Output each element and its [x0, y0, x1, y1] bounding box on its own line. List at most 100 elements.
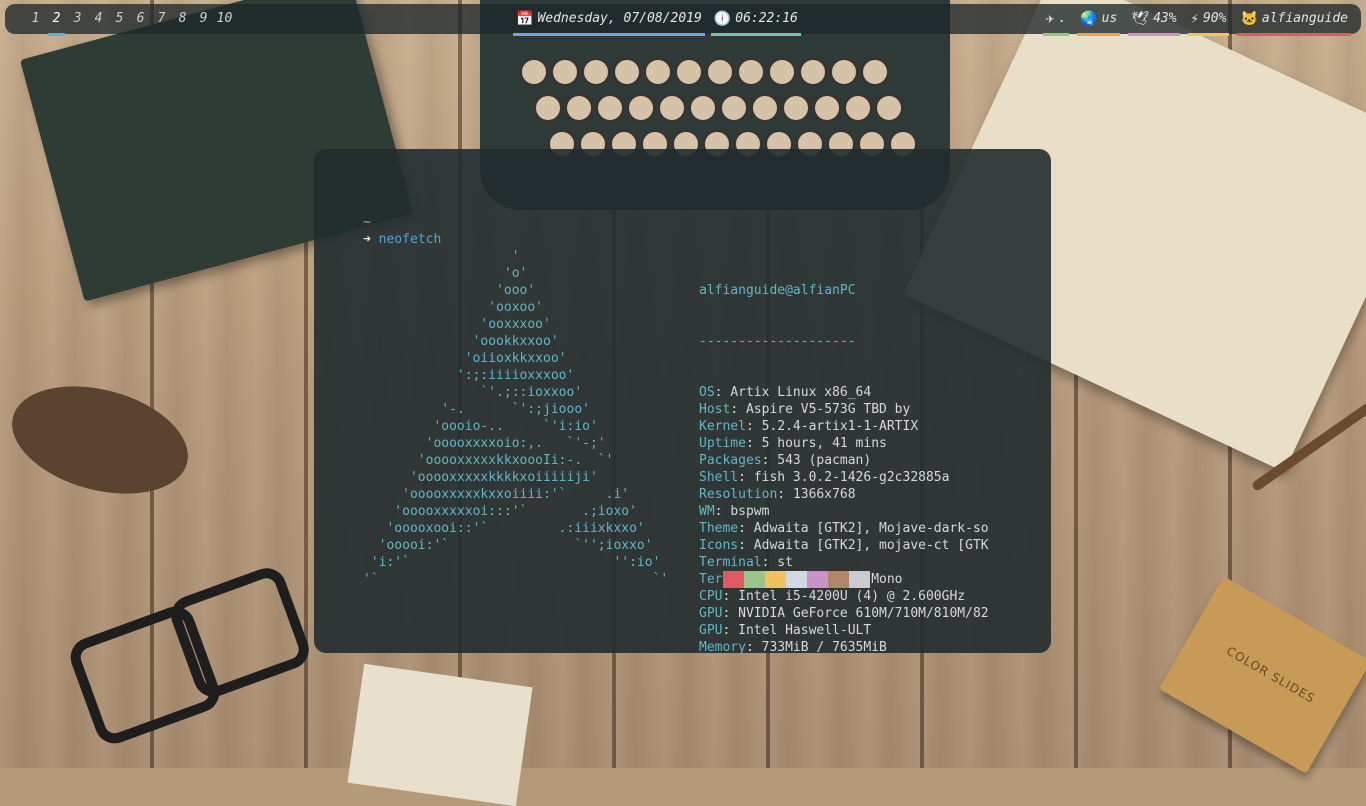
info-value: 1366x768	[792, 487, 856, 502]
volume-text: 43%	[1153, 11, 1177, 26]
typewriter-key	[861, 58, 889, 86]
info-label: Terminal	[699, 555, 762, 570]
info-colon: :	[714, 504, 731, 519]
info-colon: :	[745, 640, 762, 655]
typewriter-key	[658, 94, 686, 122]
info-value: NVIDIA GeForce 610M/710M/810M/82	[738, 606, 989, 621]
info-label: Uptime	[699, 436, 746, 451]
info-value: Aspire V5-573G TBD by	[745, 402, 911, 417]
info-colon: :	[738, 521, 754, 536]
clock-icon: 🕕	[713, 11, 732, 27]
prompt-directory: ~	[363, 215, 371, 230]
typewriter-key	[799, 58, 827, 86]
info-colon: :	[738, 470, 754, 485]
info-colon: :	[722, 589, 739, 604]
info-row: Icons: Adwaita [GTK2], mojave-ct [GTK	[699, 537, 989, 554]
workspace-3[interactable]: 3	[67, 4, 88, 34]
info-row: CPU: Intel i5-4200U (4) @ 2.600GHz	[699, 588, 989, 605]
terminal-window[interactable]: ~ ➜ neofetch ' 'o' 'ooo' 'ooxoo' 'ooxxxo…	[314, 149, 1051, 656]
typewriter-key	[768, 58, 796, 86]
info-value: 733MiB / 7635MiB	[761, 640, 887, 655]
info-row: Kernel: 5.2.4-artix1-1-ARTIX	[699, 418, 989, 435]
info-value: Intel i5-4200U (4) @ 2.600GHz	[738, 589, 966, 604]
airplane-icon: ✈	[1045, 11, 1055, 27]
top-status-bar: 1 2 3 4 5 6 7 8 9 10 📅 Wednesday, 07/08/2019 🕕 06…	[5, 4, 1361, 36]
typewriter-key	[565, 94, 593, 122]
typewriter-key	[689, 94, 717, 122]
typewriter-key	[720, 94, 748, 122]
typewriter-key	[675, 58, 703, 86]
info-label: Kernel	[699, 419, 746, 434]
paper-decoration	[347, 663, 533, 806]
info-row: GPU: Intel Haswell-ULT	[699, 622, 989, 639]
typewriter-key	[627, 94, 655, 122]
info-row: Shell: fish 3.0.2-1426-g2c32885a	[699, 469, 989, 486]
info-value: st	[777, 555, 793, 570]
info-colon: :	[738, 538, 754, 553]
info-colon: :	[761, 555, 778, 570]
network-segment[interactable]: ✈ .	[1042, 4, 1070, 36]
info-row: GPU: NVIDIA GeForce 610M/710M/810M/82	[699, 605, 989, 622]
typewriter-key	[534, 94, 562, 122]
network-dot: .	[1058, 11, 1067, 26]
typewriter-key	[520, 58, 548, 86]
info-value: Adwaita [GTK2], mojave-ct [GTK	[753, 538, 989, 553]
date-text: Wednesday, 07/08/2019	[537, 11, 702, 26]
info-label: Memory	[699, 640, 746, 655]
username-text: alfianguide	[1261, 11, 1348, 26]
workspace-list: 1 2 3 4 5 6 7 8 9 10	[25, 4, 235, 36]
info-colon: :	[761, 453, 778, 468]
command-text: neofetch	[378, 232, 442, 247]
workspace-2[interactable]: 2	[46, 4, 67, 36]
lightning-icon: ⚡	[1190, 11, 1199, 27]
info-value: Adwaita [GTK2], Mojave-dark-so	[753, 521, 989, 536]
cat-icon: 🐱	[1240, 11, 1258, 27]
color-swatch	[828, 571, 849, 588]
typewriter-key	[596, 94, 624, 122]
info-row: OS: Artix Linux x86_64	[699, 384, 989, 401]
info-colon: :	[714, 385, 731, 400]
color-slides-label: COLOR SLIDES	[1224, 643, 1318, 706]
info-row: WM: bspwm	[699, 503, 989, 520]
workspace-9[interactable]: 9	[193, 4, 214, 34]
workspace-5[interactable]: 5	[109, 4, 130, 34]
info-row: Host: Aspire V5-573G TBD by	[699, 401, 989, 418]
volume-segment[interactable]: 🕊 43%	[1128, 4, 1180, 36]
typewriter-key	[830, 58, 858, 86]
info-label: Shell	[699, 470, 739, 485]
info-label: Host	[699, 402, 731, 417]
info-colon: :	[730, 402, 746, 417]
status-modules: ✈ . 🌏 us 🕊 43% ⚡ 90% 🐱 alfianguide	[1042, 4, 1351, 36]
info-label: CPU	[699, 589, 723, 604]
keyboard-layout-segment[interactable]: 🌏 us	[1077, 4, 1121, 36]
user-segment[interactable]: 🐱 alfianguide	[1237, 4, 1351, 36]
color-swatch	[765, 571, 786, 588]
battery-text: 90%	[1202, 11, 1227, 26]
info-label: Theme	[699, 521, 739, 536]
distro-ascii-logo: ' 'o' 'ooo' 'ooxoo' 'ooxxxoo' 'oookkxxoo…	[363, 249, 669, 587]
info-row: Resolution: 1366x768	[699, 486, 989, 503]
info-label: Icons	[699, 538, 739, 553]
info-colon: :	[722, 606, 739, 621]
typewriter-key	[737, 58, 765, 86]
prompt-arrow-icon: ➜	[363, 232, 371, 247]
workspace-6[interactable]: 6	[130, 4, 151, 34]
info-row: Theme: Adwaita [GTK2], Mojave-dark-so	[699, 520, 989, 537]
workspace-1[interactable]: 1	[25, 4, 46, 34]
calendar-icon: 📅	[516, 11, 534, 27]
date-segment[interactable]: 📅 Wednesday, 07/08/2019	[513, 4, 705, 36]
info-row: Packages: 543 (pacman)	[699, 452, 989, 469]
workspace-7[interactable]: 7	[151, 4, 172, 34]
info-rows: OS: Artix Linux x86_64 Host: Aspire V5-57…	[699, 384, 989, 656]
typewriter-key	[582, 58, 610, 86]
workspace-10[interactable]: 10	[214, 4, 235, 34]
time-segment[interactable]: 🕕 06:22:16	[710, 4, 801, 36]
info-label: GPU	[699, 623, 723, 638]
workspace-4[interactable]: 4	[88, 4, 109, 34]
keyboard-layout-text: us	[1101, 11, 1118, 26]
info-value: bspwm	[730, 504, 770, 519]
battery-segment[interactable]: ⚡ 90%	[1187, 4, 1230, 36]
workspace-8[interactable]: 8	[172, 4, 193, 34]
info-label: OS	[699, 385, 715, 400]
time-text: 06:22:16	[735, 11, 798, 26]
